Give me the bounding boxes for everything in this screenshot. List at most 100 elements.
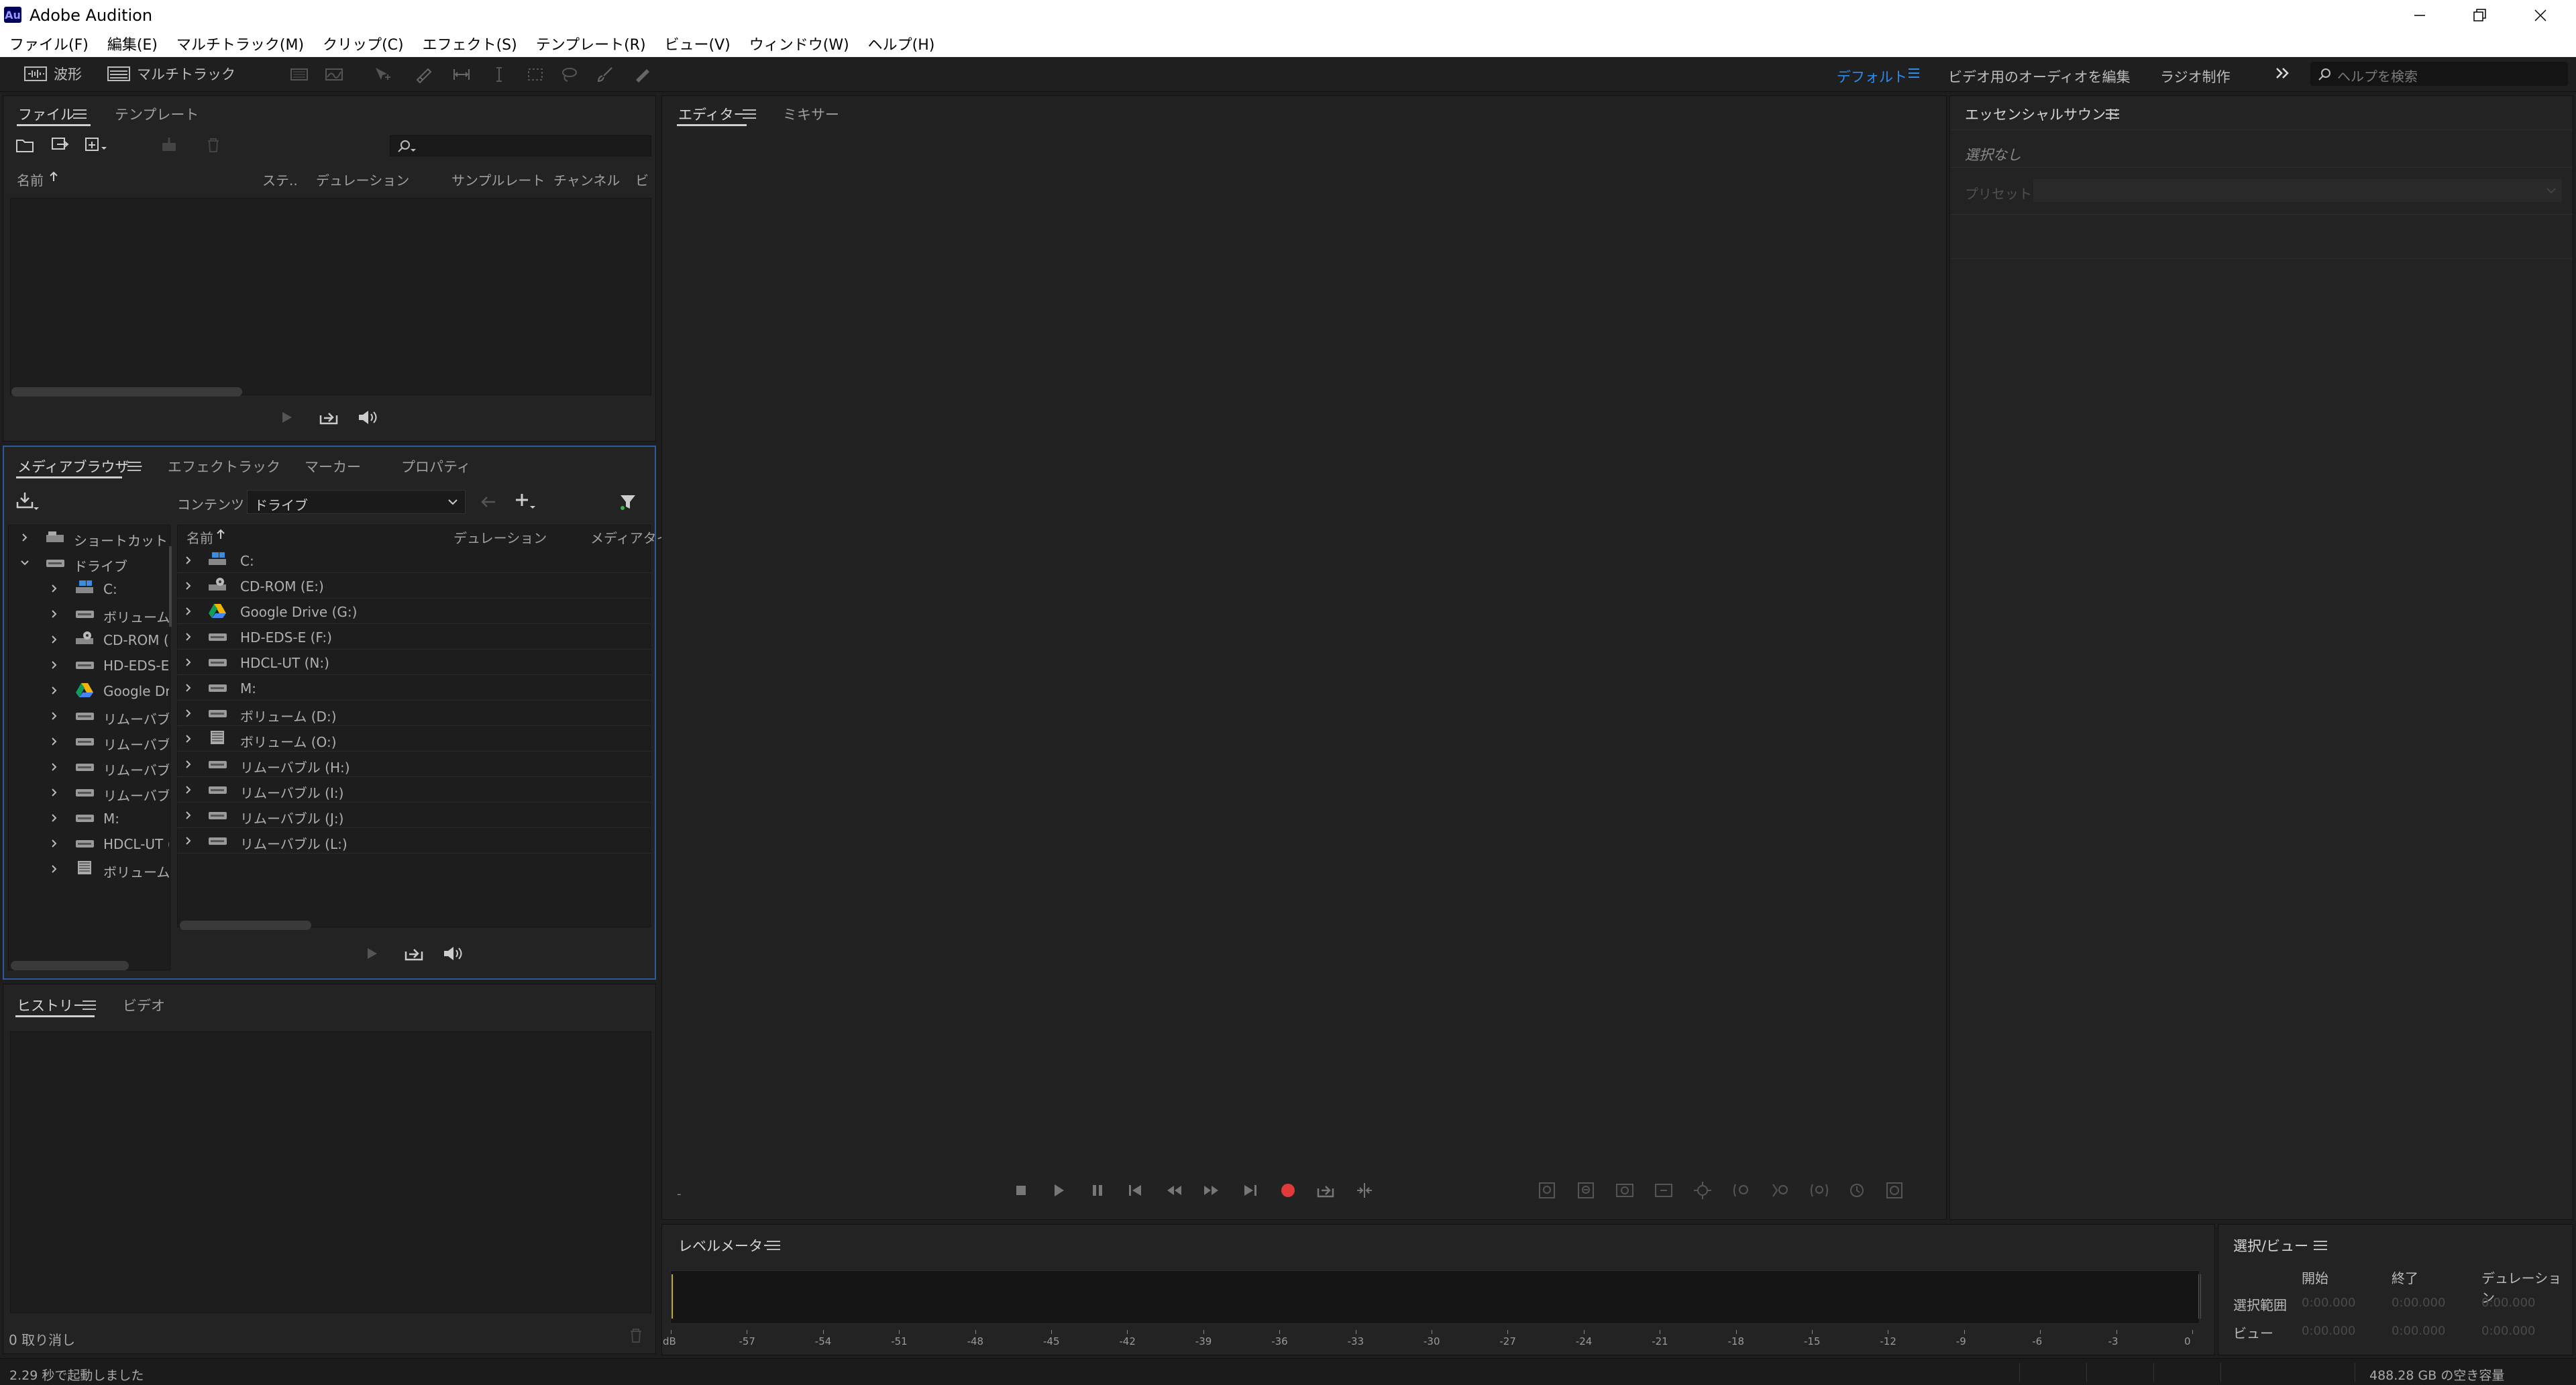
pane-splitter[interactable]: [169, 546, 172, 627]
tab-history[interactable]: ヒストリー: [17, 995, 87, 1015]
open-file-icon[interactable]: [15, 136, 36, 154]
chevron-right-icon[interactable]: [184, 607, 193, 616]
chevron-right-icon[interactable]: [184, 709, 193, 718]
column-channels[interactable]: チャンネル: [553, 170, 620, 189]
play-icon[interactable]: [365, 946, 380, 961]
restore-button[interactable]: [2450, 0, 2510, 30]
panel-menu-icon[interactable]: [2314, 1241, 2327, 1250]
chevron-right-icon[interactable]: [50, 584, 59, 593]
tree-item[interactable]: ショートカット: [8, 525, 169, 550]
tree-item[interactable]: ボリューム (: [8, 601, 169, 627]
stop-icon[interactable]: [1011, 1180, 1031, 1200]
chevron-right-icon[interactable]: [184, 836, 193, 845]
panel-menu-icon[interactable]: [127, 462, 141, 471]
column-bit[interactable]: ビ: [635, 170, 649, 189]
lasso-tool-icon[interactable]: [559, 65, 578, 84]
workspace-default[interactable]: デフォルト: [1837, 66, 1907, 87]
new-file-icon[interactable]: [84, 136, 107, 154]
skip-to-start-icon[interactable]: [1125, 1180, 1145, 1200]
chevron-right-icon[interactable]: [50, 609, 59, 619]
filter-icon[interactable]: [619, 491, 643, 511]
tree-horizontal-scrollbar[interactable]: [11, 961, 129, 970]
close-button[interactable]: [2510, 0, 2571, 30]
list-item[interactable]: CD-ROM (E:): [177, 573, 651, 599]
list-item[interactable]: ボリューム (O:): [177, 726, 651, 752]
chevron-right-icon[interactable]: [50, 737, 59, 746]
razor-tool-icon[interactable]: [413, 65, 432, 84]
menu-help[interactable]: ヘルプ(H): [868, 33, 935, 54]
chevron-right-icon[interactable]: [50, 762, 59, 772]
chevron-right-icon[interactable]: [50, 788, 59, 797]
import-file-icon[interactable]: [50, 136, 70, 154]
tree-item[interactable]: Google Dr: [8, 678, 169, 703]
chevron-right-icon[interactable]: [184, 632, 193, 642]
back-arrow-icon[interactable]: [479, 494, 498, 510]
zoom-in-at-end-icon[interactable]: [1770, 1180, 1790, 1200]
menu-window[interactable]: ウィンドウ(W): [749, 33, 849, 54]
panel-menu-icon[interactable]: [2106, 109, 2119, 119]
zoom-out-full-icon[interactable]: [1693, 1180, 1713, 1200]
zoom-out-time-icon[interactable]: [1654, 1180, 1674, 1200]
panel-menu-icon[interactable]: [743, 109, 756, 119]
column-status[interactable]: ステ..: [262, 170, 298, 189]
pause-icon[interactable]: [1087, 1180, 1108, 1200]
tab-properties[interactable]: プロパティ: [401, 456, 471, 476]
chevron-right-icon[interactable]: [184, 683, 193, 692]
files-search-input[interactable]: [390, 135, 651, 156]
zoom-selection-icon[interactable]: [1809, 1180, 1829, 1200]
tree-item[interactable]: ボリューム (: [8, 856, 169, 882]
files-horizontal-scrollbar[interactable]: [11, 387, 242, 397]
list-item[interactable]: HDCL-UT (N:): [177, 650, 651, 675]
tab-markers[interactable]: マーカー: [305, 456, 361, 476]
zoom-in-at-start-icon[interactable]: [1731, 1180, 1752, 1200]
multitrack-view-button[interactable]: マルチトラック: [107, 64, 235, 84]
view-start-field[interactable]: 0:00.000: [2302, 1324, 2356, 1338]
loop-playback-icon[interactable]: [404, 945, 424, 962]
chevron-right-icon[interactable]: [184, 658, 193, 667]
rewind-icon[interactable]: [1164, 1180, 1184, 1200]
chevron-right-icon[interactable]: [50, 813, 59, 823]
history-list[interactable]: [10, 1031, 651, 1313]
spectral-frequency-icon[interactable]: [290, 65, 309, 84]
delete-file-icon[interactable]: [205, 136, 222, 154]
list-item[interactable]: リムーバブル (L:): [177, 828, 651, 854]
waveform-view-button[interactable]: 波形: [24, 64, 82, 84]
tab-mixer[interactable]: ミキサー: [783, 104, 839, 124]
add-shortcut-icon[interactable]: [514, 491, 538, 511]
menu-view[interactable]: ビュー(V): [665, 33, 731, 54]
column-duration[interactable]: デュレーション: [316, 170, 409, 189]
chevron-right-icon[interactable]: [50, 711, 59, 721]
play-icon[interactable]: [280, 410, 294, 425]
tree-item[interactable]: CD-ROM (: [8, 627, 169, 652]
list-item[interactable]: C:: [177, 548, 651, 573]
tab-media-browser[interactable]: メディアブラウザー: [17, 456, 144, 476]
chevron-right-icon[interactable]: [184, 785, 193, 794]
time-selection-tool-icon[interactable]: [490, 65, 508, 84]
loop-playback-icon[interactable]: [319, 409, 339, 426]
chevron-right-icon[interactable]: [50, 864, 59, 874]
chevron-right-icon[interactable]: [50, 839, 59, 848]
zoom-in-amplitude-icon[interactable]: [1537, 1180, 1557, 1200]
workspace-radio[interactable]: ラジオ制作: [2160, 66, 2231, 87]
menu-clip[interactable]: クリップ(C): [323, 33, 404, 54]
list-item[interactable]: HD-EDS-E (F:): [177, 624, 651, 650]
selection-start-field[interactable]: 0:00.000: [2302, 1296, 2356, 1310]
marquee-tool-icon[interactable]: [526, 65, 545, 84]
chevron-right-icon[interactable]: [184, 760, 193, 769]
brush-tool-icon[interactable]: [596, 65, 614, 84]
help-search-input[interactable]: ヘルプを検索: [2310, 62, 2568, 86]
chevron-right-icon[interactable]: [50, 635, 59, 644]
spot-healing-tool-icon[interactable]: [632, 65, 651, 84]
panel-menu-icon[interactable]: [767, 1241, 780, 1250]
column-media-type[interactable]: メディアタイ: [590, 527, 670, 547]
panel-menu-icon[interactable]: [73, 109, 87, 119]
menu-multitrack[interactable]: マルチトラック(M): [176, 33, 304, 54]
loop-icon[interactable]: [1316, 1180, 1336, 1200]
view-duration-field[interactable]: 0:00.000: [2481, 1324, 2536, 1338]
import-media-icon[interactable]: [15, 491, 42, 511]
tab-editor[interactable]: エディター: [678, 104, 748, 124]
preset-dropdown[interactable]: [2033, 179, 2562, 202]
chevron-right-icon[interactable]: [184, 581, 193, 591]
tree-item[interactable]: HD-EDS-E: [8, 652, 169, 678]
files-list[interactable]: [10, 198, 651, 395]
